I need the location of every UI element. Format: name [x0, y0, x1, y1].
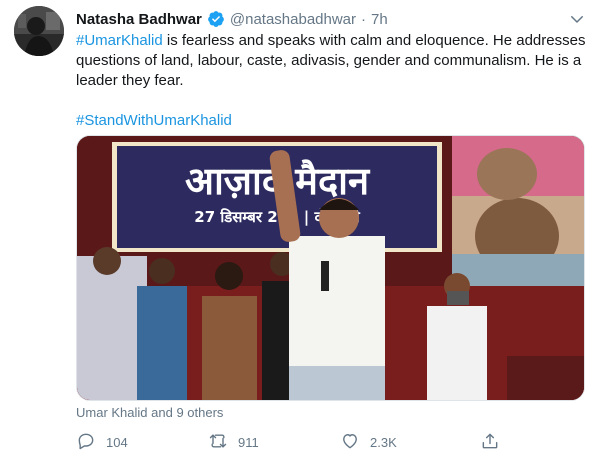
tweet-photo[interactable]: आज़ाद मैदान 27 डिसम्बर 201 | दोप बजे — [76, 135, 585, 401]
tweet-text: #UmarKhalid is fearless and speaks with … — [76, 31, 586, 131]
chevron-down-icon[interactable] — [568, 10, 586, 28]
hashtag-umarkhalid[interactable]: #UmarKhalid — [76, 32, 163, 49]
tweet-timestamp[interactable]: 7h — [371, 11, 388, 28]
like-button[interactable]: 2.3K — [340, 430, 397, 454]
hashtag-standwithumarkhalid[interactable]: #StandWithUmarKhalid — [76, 112, 232, 129]
tagged-users[interactable]: Umar Khalid and 9 others — [76, 405, 223, 420]
heart-icon — [340, 431, 360, 454]
retweet-icon — [208, 431, 228, 454]
retweet-count: 911 — [238, 434, 259, 450]
retweet-button[interactable]: 911 — [208, 430, 259, 454]
verified-badge-icon — [207, 10, 225, 28]
author-name[interactable]: Natasha Badhwar — [76, 11, 202, 28]
reply-icon — [76, 431, 96, 454]
avatar[interactable] — [14, 6, 64, 56]
tweet-header: Natasha Badhwar @natashabadhwar · 7h — [76, 9, 388, 29]
share-button[interactable] — [480, 430, 500, 454]
tweet[interactable]: Natasha Badhwar @natashabadhwar · 7h #Um… — [0, 0, 599, 465]
tweet-actions: 104 911 2.3K — [76, 430, 516, 454]
share-icon — [480, 431, 500, 454]
author-handle[interactable]: @natashabadhwar — [230, 11, 356, 28]
reply-count: 104 — [106, 434, 128, 450]
separator-dot: · — [361, 10, 367, 28]
reply-button[interactable]: 104 — [76, 430, 128, 454]
like-count: 2.3K — [370, 434, 397, 450]
